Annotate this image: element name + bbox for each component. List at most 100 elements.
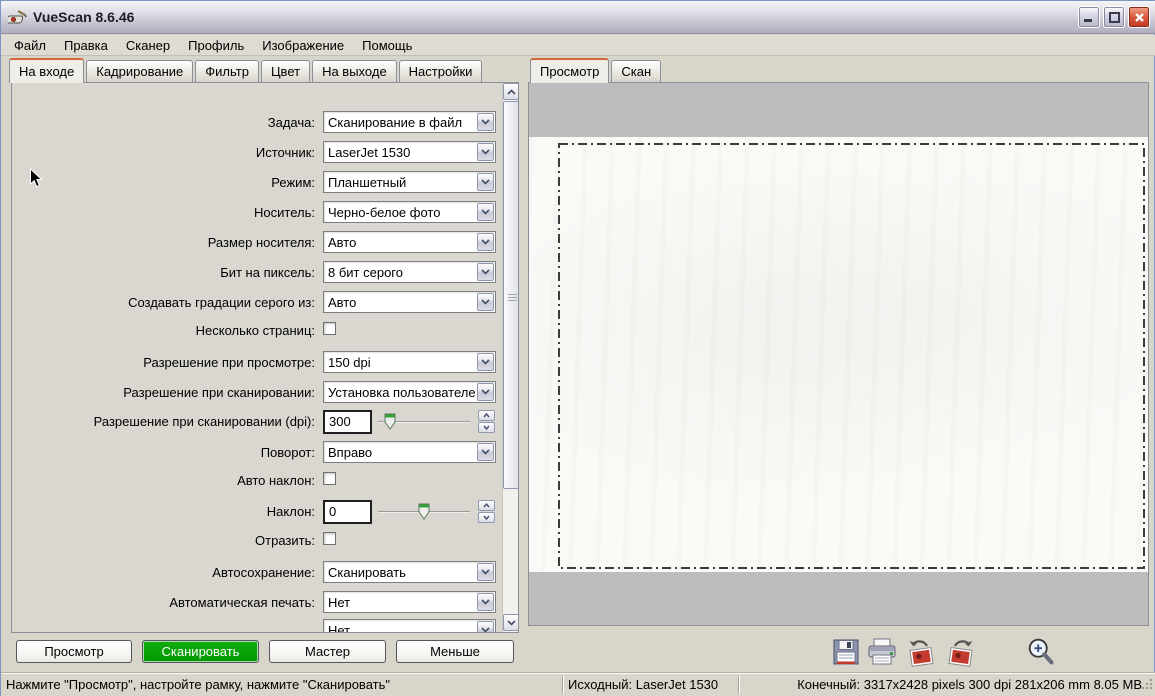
form-row-media: Носитель: Черно-белое фото	[12, 201, 502, 225]
rotate-right-icon[interactable]	[944, 636, 978, 668]
form-row-mirror: Отразить:	[12, 529, 502, 553]
chevron-down-icon[interactable]	[477, 233, 494, 251]
chevron-down-icon[interactable]	[477, 563, 494, 581]
stepper-up-button[interactable]	[478, 500, 495, 511]
stepper-up-button[interactable]	[478, 410, 495, 421]
mode-select[interactable]: Планшетный	[323, 171, 496, 193]
status-message: Нажмите "Просмотр", настройте рамку, наж…	[6, 677, 390, 692]
zoom-in-icon[interactable]	[1025, 636, 1059, 668]
form-row-autosave: Автосохранение: Сканировать	[12, 561, 502, 585]
menu-item-edit[interactable]: Правка	[55, 36, 117, 55]
scan-resolution-select[interactable]: Установка пользователе	[323, 381, 496, 403]
mirror-checkbox[interactable]	[323, 532, 336, 545]
scan-button[interactable]: Сканировать	[142, 640, 259, 663]
auto-skew-label: Авто наклон:	[12, 473, 315, 488]
autosave-select[interactable]: Сканировать	[323, 561, 496, 583]
tab-color[interactable]: Цвет	[261, 60, 310, 83]
minimize-button[interactable]	[1078, 6, 1100, 28]
form-row-scan-dpi: Разрешение при сканировании (dpi): 300	[12, 410, 502, 434]
tab-scan[interactable]: Скан	[611, 60, 661, 83]
skew-input[interactable]: 0	[323, 500, 372, 524]
settings-scrollbar[interactable]	[502, 83, 519, 632]
chevron-down-icon[interactable]	[477, 443, 494, 461]
action-bar: Просмотр Сканировать Мастер Меньше	[1, 633, 1155, 672]
less-button[interactable]: Меньше	[396, 640, 514, 663]
tab-preview[interactable]: Просмотр	[530, 58, 609, 83]
form-row-grayscale-from: Создавать градации серого из: Авто	[12, 291, 502, 315]
window-title: VueScan 8.6.46	[33, 9, 134, 25]
preview-canvas[interactable]	[529, 137, 1148, 572]
menu-item-image[interactable]: Изображение	[253, 36, 353, 55]
form-row-skew: Наклон: 0	[12, 500, 502, 524]
menu-item-help[interactable]: Помощь	[353, 36, 421, 55]
form-row-preview-res: Разрешение при просмотре: 150 dpi	[12, 351, 502, 375]
chevron-down-icon[interactable]	[477, 113, 494, 131]
chevron-down-icon[interactable]	[477, 383, 494, 401]
clipped-select[interactable]: Нет	[323, 619, 496, 633]
wizard-button[interactable]: Мастер	[269, 640, 386, 663]
media-size-select[interactable]: Авто	[323, 231, 496, 253]
close-button[interactable]	[1128, 6, 1150, 28]
chevron-down-icon[interactable]	[477, 353, 494, 371]
scroll-thumb[interactable]	[503, 101, 519, 489]
multipage-checkbox[interactable]	[323, 322, 336, 335]
source-select[interactable]: LaserJet 1530	[323, 141, 496, 163]
chevron-down-icon[interactable]	[477, 143, 494, 161]
scroll-down-button[interactable]	[503, 614, 519, 631]
skew-label: Наклон:	[12, 504, 315, 519]
preview-resolution-select[interactable]: 150 dpi	[323, 351, 496, 373]
stepper-down-button[interactable]	[478, 512, 495, 523]
preview-button[interactable]: Просмотр	[16, 640, 132, 663]
menu-item-scanner[interactable]: Сканер	[117, 36, 179, 55]
chevron-down-icon[interactable]	[477, 293, 494, 311]
task-select[interactable]: Сканирование в файл	[323, 111, 496, 133]
mode-label: Режим:	[12, 175, 315, 190]
tab-filter[interactable]: Фильтр	[195, 60, 259, 83]
task-label: Задача:	[12, 115, 315, 130]
rotation-select[interactable]: Вправо	[323, 441, 496, 463]
source-label: Источник:	[12, 145, 315, 160]
auto-skew-checkbox[interactable]	[323, 472, 336, 485]
menu-item-file[interactable]: Файл	[5, 36, 55, 55]
chevron-down-icon[interactable]	[477, 173, 494, 191]
tab-output[interactable]: На выходе	[312, 60, 397, 83]
form-row-bits: Бит на пиксель: 8 бит серого	[12, 261, 502, 285]
status-bar: Нажмите "Просмотр", настройте рамку, наж…	[1, 672, 1155, 696]
title-bar[interactable]: VueScan 8.6.46	[1, 1, 1155, 34]
save-icon[interactable]	[829, 636, 863, 668]
chevron-down-icon[interactable]	[477, 263, 494, 281]
slider-thumb[interactable]	[418, 503, 430, 523]
status-output: Конечный: 3317x2428 pixels 300 dpi 281x2…	[797, 677, 1142, 692]
resize-grip[interactable]	[1141, 678, 1154, 694]
rotate-left-icon[interactable]	[904, 636, 938, 668]
form-row-scan-res: Разрешение при сканировании: Установка п…	[12, 381, 502, 405]
media-select[interactable]: Черно-белое фото	[323, 201, 496, 223]
tab-prefs[interactable]: Настройки	[399, 60, 483, 83]
print-icon[interactable]	[865, 636, 899, 668]
menu-item-profile[interactable]: Профиль	[179, 36, 253, 55]
grayscale-from-select[interactable]: Авто	[323, 291, 496, 313]
app-icon	[8, 8, 28, 26]
stepper-down-button[interactable]	[478, 422, 495, 433]
chevron-down-icon[interactable]	[477, 203, 494, 221]
scan-dpi-slider[interactable]	[378, 410, 470, 434]
tab-input[interactable]: На входе	[9, 58, 84, 83]
maximize-button[interactable]	[1103, 6, 1125, 28]
media-size-label: Размер носителя:	[12, 235, 315, 250]
chevron-down-icon[interactable]	[477, 593, 494, 611]
input-settings-panel: Задача: Сканирование в файл Источник: La…	[11, 82, 519, 633]
slider-thumb[interactable]	[384, 413, 396, 433]
chevron-down-icon[interactable]	[477, 621, 494, 633]
scan-dpi-input[interactable]: 300	[323, 410, 372, 434]
form-row-mode: Режим: Планшетный	[12, 171, 502, 195]
settings-tabstrip: На входе Кадрирование Фильтр Цвет На вых…	[9, 58, 484, 83]
bits-per-pixel-select[interactable]: 8 бит серого	[323, 261, 496, 283]
form-row-autoprint: Автоматическая печать: Нет	[12, 591, 502, 615]
autoprint-label: Автоматическая печать:	[12, 595, 315, 610]
scroll-up-button[interactable]	[503, 83, 519, 100]
scanner-bed-margin-bottom	[529, 572, 1148, 625]
form-row-clipped: Нет	[12, 619, 502, 633]
skew-slider[interactable]	[378, 500, 470, 524]
tab-crop[interactable]: Кадрирование	[86, 60, 193, 83]
autoprint-select[interactable]: Нет	[323, 591, 496, 613]
